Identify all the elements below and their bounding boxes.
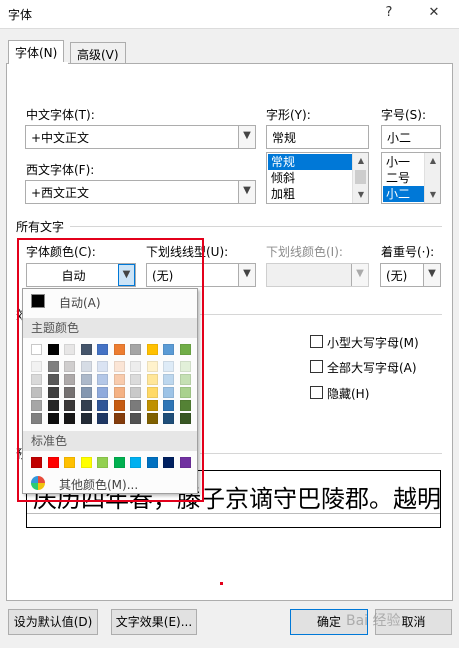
active-tab-joiner: [9, 62, 68, 64]
small-caps-label[interactable]: 小型大写字母(M): [327, 334, 419, 351]
section-divider: [200, 453, 442, 454]
title-bar: 字体 ? ✕: [0, 0, 459, 28]
style-listbox[interactable]: 常规 倾斜 加粗 ▲ ▼: [266, 152, 369, 204]
style-label: 字形(Y):: [266, 108, 311, 122]
western-font-label: 西文字体(F):: [26, 163, 95, 177]
scroll-thumb[interactable]: [355, 170, 366, 184]
western-font-value: +西文正文: [31, 186, 90, 200]
set-default-button[interactable]: 设为默认值(D): [8, 609, 98, 635]
chevron-down-icon[interactable]: ▼: [238, 264, 255, 286]
window-title: 字体: [8, 8, 33, 22]
list-item[interactable]: 小二: [383, 186, 424, 202]
hidden-label[interactable]: 隐藏(H): [327, 385, 369, 402]
scroll-up-icon[interactable]: ▲: [425, 153, 441, 169]
list-item[interactable]: 二号: [383, 170, 424, 186]
help-button[interactable]: ?: [378, 3, 400, 23]
small-caps-checkbox[interactable]: [310, 335, 323, 348]
emphasis-value: (无): [386, 269, 408, 283]
list-item[interactable]: 加粗: [268, 186, 352, 202]
style-input[interactable]: 常规: [266, 125, 369, 149]
all-text-section-label: 所有文字: [16, 220, 65, 234]
tab-advanced[interactable]: 高级(V): [70, 42, 126, 64]
size-scrollbar[interactable]: ▲ ▼: [424, 153, 440, 203]
size-input-value: 小二: [387, 131, 412, 145]
chevron-down-icon[interactable]: ▼: [351, 264, 368, 286]
all-caps-label[interactable]: 全部大写字母(A): [327, 359, 417, 376]
section-divider: [70, 226, 442, 227]
list-item[interactable]: 小一: [383, 154, 424, 170]
scroll-down-icon[interactable]: ▼: [425, 187, 441, 203]
scroll-up-icon[interactable]: ▲: [353, 153, 369, 169]
style-scrollbar[interactable]: ▲ ▼: [352, 153, 368, 203]
chevron-down-icon[interactable]: ▼: [423, 264, 440, 286]
tab-font[interactable]: 字体(N): [8, 40, 65, 64]
text-effects-button[interactable]: 文字效果(E)...: [111, 609, 197, 635]
style-input-value: 常规: [272, 131, 297, 145]
list-item[interactable]: 倾斜: [268, 170, 352, 186]
chinese-font-value: +中文正文: [31, 131, 90, 145]
underline-color-label: 下划线颜色(I):: [266, 245, 343, 259]
annotation-dot: [220, 582, 223, 585]
chinese-font-combo[interactable]: +中文正文: [25, 125, 256, 149]
annotation-highlight-box: [17, 238, 204, 502]
preview-baseline: [27, 513, 440, 514]
all-caps-checkbox[interactable]: [310, 360, 323, 373]
chinese-font-label: 中文字体(T):: [26, 108, 95, 122]
hidden-checkbox[interactable]: [310, 386, 323, 399]
size-input[interactable]: 小二: [381, 125, 441, 149]
close-button[interactable]: ✕: [423, 3, 445, 23]
western-font-combo[interactable]: +西文正文: [25, 180, 256, 204]
watermark-logo: Bai 经验: [346, 613, 401, 629]
emphasis-label: 着重号(·):: [381, 245, 435, 259]
chevron-down-icon[interactable]: ▼: [238, 126, 255, 148]
scroll-down-icon[interactable]: ▼: [353, 187, 369, 203]
chevron-down-icon[interactable]: ▼: [238, 181, 255, 203]
size-listbox[interactable]: 小一 二号 小二 ▲ ▼: [381, 152, 441, 204]
section-divider: [200, 314, 442, 315]
list-item[interactable]: 常规: [268, 154, 352, 170]
size-label: 字号(S):: [381, 108, 427, 122]
